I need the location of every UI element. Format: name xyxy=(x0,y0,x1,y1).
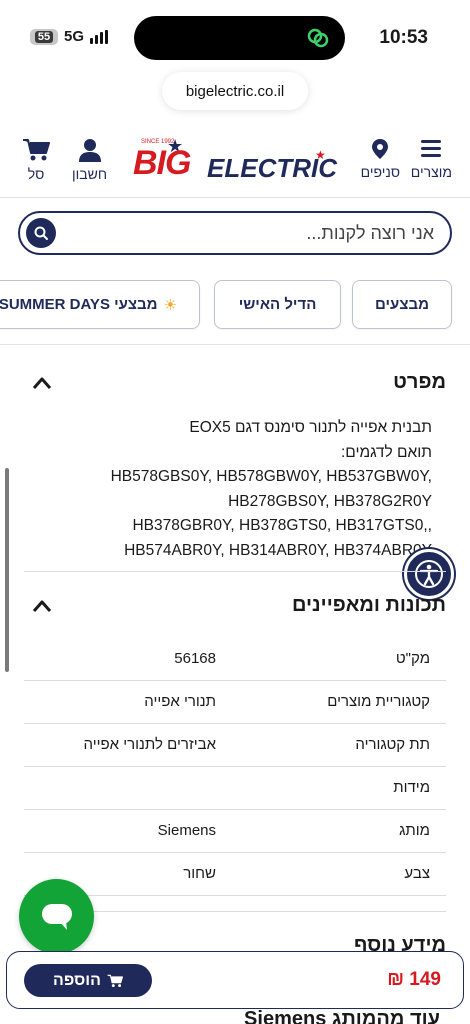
content-divider xyxy=(0,344,470,345)
spec-value: Siemens xyxy=(157,822,216,839)
sun-icon: ☀ xyxy=(163,296,177,314)
spec-value: תנורי אפייה xyxy=(144,693,216,710)
logo-big: BIG xyxy=(133,144,191,182)
header-divider xyxy=(0,197,470,198)
user-icon xyxy=(78,139,101,162)
description-title: מפרט xyxy=(393,371,446,393)
site-header: מוצרים סניפים SINCE 1992 ★ BIG ELECTRIC … xyxy=(0,130,470,195)
chip-personal-deal[interactable]: הדיל האישי xyxy=(214,280,341,329)
search-button[interactable] xyxy=(26,218,56,248)
hamburger-icon xyxy=(421,140,442,157)
spec-row-category: קטגוריית מוצרים תנורי אפייה xyxy=(24,681,446,724)
desc-line: תבנית אפייה לתנור סימנס דגם EOX5 xyxy=(189,419,432,436)
spec-label: מותג xyxy=(399,822,430,839)
spec-label: מק"ט xyxy=(395,650,430,667)
chevron-up-icon[interactable] xyxy=(32,376,52,390)
spec-row-subcategory: תת קטגוריה אביזרים לתנורי אפייה xyxy=(24,724,446,767)
account-button[interactable]: חשבון xyxy=(72,138,107,182)
desc-line: HB278GBS0Y, HB378G2R0Y xyxy=(228,492,432,510)
search-icon xyxy=(34,226,48,240)
accessibility-button[interactable] xyxy=(404,549,454,599)
spec-row-dimensions: מידות xyxy=(24,767,446,810)
chat-bubble-icon xyxy=(41,903,72,930)
desc-line: HB378GBR0Y, HB378GTS0, HB317GTS0,, xyxy=(132,517,432,534)
section-divider xyxy=(24,571,446,572)
price-value: 149 xyxy=(409,969,441,990)
accessibility-icon xyxy=(415,560,443,588)
network-label: 5G xyxy=(64,28,85,45)
promo-chips: מבצעים הדיל האישי ☀ מבצעי SUMMER DAYS xyxy=(0,280,470,330)
battery-icon: 55 xyxy=(30,28,58,45)
scrollbar[interactable] xyxy=(5,468,9,672)
desc-line: תואם לדגמים: xyxy=(340,443,432,461)
search-bar xyxy=(18,211,452,255)
signal-icon xyxy=(90,29,109,44)
currency-symbol: ₪ xyxy=(387,969,405,990)
features-title: תכונות ומאפיינים xyxy=(292,594,446,616)
account-label: חשבון xyxy=(72,166,108,182)
spec-row-sku: מק"ט 56168 xyxy=(24,638,446,681)
logo-star-red-icon: ★ xyxy=(315,148,326,162)
cart-button[interactable]: סל xyxy=(22,138,50,182)
chip-label: מבצעי SUMMER DAYS xyxy=(0,296,158,313)
chip-label: מבצעים xyxy=(375,296,429,313)
status-left: 55 5G xyxy=(30,28,109,45)
menu-label: מוצרים xyxy=(410,164,452,180)
cart-icon xyxy=(23,139,50,161)
desc-line: HB574ABR0Y, HB314ABR0Y, HB374ABR0Y xyxy=(124,541,432,559)
cart-label: סל xyxy=(27,166,45,182)
search-input[interactable] xyxy=(70,221,434,245)
dynamic-island xyxy=(134,16,345,60)
cart-icon xyxy=(107,974,123,987)
sticky-buy-bar: ₪ 149 הוספה xyxy=(6,951,464,1009)
chevron-up-icon[interactable] xyxy=(32,599,52,613)
spec-value: שחור xyxy=(183,865,216,882)
url-bar[interactable]: bigelectric.co.il xyxy=(162,72,308,110)
site-logo[interactable]: SINCE 1992 ★ BIG ELECTRIC ★ xyxy=(133,136,343,186)
stores-button[interactable]: סניפים xyxy=(361,138,400,180)
status-bar: 55 5G 10:53 xyxy=(0,0,470,72)
add-to-cart-button[interactable]: הוספה xyxy=(24,964,152,997)
spec-row-color: צבע שחור xyxy=(24,853,446,896)
brand-more-title: עוד מהמותג Siemens xyxy=(244,1008,440,1024)
desc-line: HB578GBS0Y, HB578GBW0Y, HB537GBW0Y, xyxy=(110,468,432,485)
menu-button[interactable]: מוצרים xyxy=(411,138,452,180)
link-icon xyxy=(307,28,329,48)
spec-value: אביזרים לתנורי אפייה xyxy=(83,736,216,753)
description-text: תבנית אפייה לתנור סימנס דגם EOX5 תואם לד… xyxy=(42,416,432,563)
spec-label: קטגוריית מוצרים xyxy=(327,693,430,710)
chip-deals[interactable]: מבצעים xyxy=(352,280,452,329)
clock: 10:53 xyxy=(379,27,428,48)
chip-summer-days[interactable]: ☀ מבצעי SUMMER DAYS xyxy=(0,280,200,329)
price: ₪ 149 xyxy=(387,969,441,991)
chat-button[interactable] xyxy=(19,879,94,954)
stores-label: סניפים xyxy=(360,164,400,180)
spec-row-brand: מותג Siemens xyxy=(24,810,446,853)
add-label: הוספה xyxy=(53,971,101,989)
chip-label: הדיל האישי xyxy=(238,296,317,313)
location-pin-icon xyxy=(372,139,389,159)
spec-label: מידות xyxy=(393,779,430,796)
spec-value: 56168 xyxy=(174,650,216,667)
spec-label: צבע xyxy=(404,865,430,882)
spec-label: תת קטגוריה xyxy=(355,736,430,753)
